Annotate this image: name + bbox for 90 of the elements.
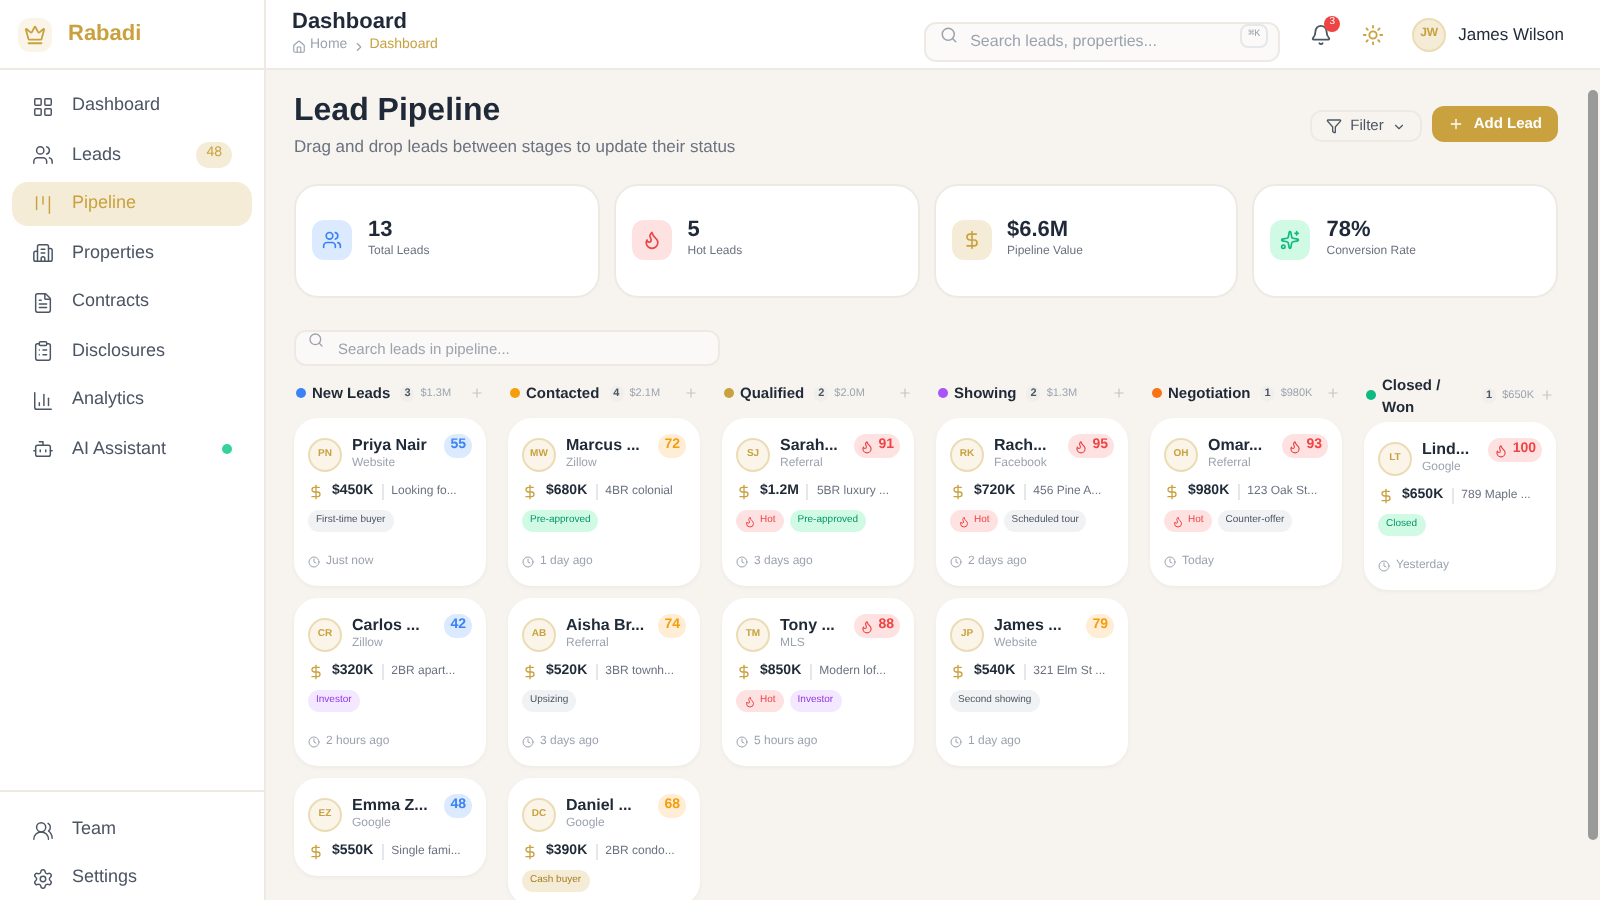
flame-icon	[1494, 443, 1509, 457]
plus-icon[interactable]	[1112, 386, 1126, 401]
sun-icon[interactable]	[1362, 23, 1385, 45]
sparkles-icon	[1270, 220, 1311, 261]
search-icon	[308, 331, 324, 348]
lead-name: Daniel ...	[566, 793, 632, 816]
plus-icon[interactable]	[1540, 388, 1554, 403]
dollar-icon	[308, 664, 324, 680]
sidebar-item[interactable]: Contracts	[12, 280, 252, 324]
dollar-icon	[1378, 488, 1394, 504]
flame-icon	[744, 515, 756, 527]
chevron-down-icon	[1391, 119, 1406, 133]
robot-icon	[32, 438, 54, 460]
clock-icon	[736, 736, 748, 749]
dollar-icon	[308, 484, 324, 500]
page-subtitle: Drag and drop leads between stages to update their status	[294, 134, 736, 160]
plus-icon[interactable]	[684, 386, 698, 401]
flame-icon	[1172, 515, 1184, 527]
dollar-icon	[522, 484, 538, 500]
flame-icon	[631, 220, 672, 261]
sidebar-item[interactable]: Settings	[12, 856, 252, 900]
lead-name: James ...	[994, 613, 1062, 636]
lead-name: Emma Z...	[352, 793, 428, 816]
dollar-icon	[522, 664, 538, 680]
stat-value: $6.6M	[1007, 218, 1069, 245]
filter-icon	[1326, 118, 1343, 134]
sidebar-item[interactable]: Dashboard	[12, 84, 252, 128]
plus-icon[interactable]	[1326, 386, 1340, 401]
user-name: James Wilson	[1458, 21, 1564, 47]
clock-icon	[1164, 556, 1176, 569]
clock-icon	[1378, 560, 1390, 573]
users-icon	[32, 144, 54, 166]
dollar-icon	[1164, 484, 1180, 500]
plus-icon[interactable]	[470, 386, 484, 401]
sidebar-item[interactable]: AI Assistant	[12, 427, 252, 471]
lead-name: Priya Nair	[352, 433, 427, 456]
clipboard-icon	[32, 340, 54, 362]
sidebar-item[interactable]: Team	[12, 808, 252, 852]
flame-icon	[744, 695, 756, 707]
notification-bell-icon[interactable]	[1310, 23, 1333, 45]
dollar-icon	[308, 844, 324, 860]
plus-icon[interactable]	[898, 386, 912, 401]
document-icon	[32, 291, 54, 313]
page-heading: Dashboard	[292, 10, 407, 37]
sidebar-item[interactable]: Disclosures	[12, 329, 252, 373]
building-icon	[32, 242, 54, 264]
lead-name: Sarah...	[780, 433, 838, 456]
search-icon	[940, 25, 959, 43]
dollar-icon	[736, 664, 752, 680]
home-icon	[292, 40, 306, 54]
stat-value: 78%	[1326, 218, 1371, 245]
lead-name: Marcus ...	[566, 433, 640, 456]
sidebar-item[interactable]: Analytics	[12, 378, 252, 422]
brand-name: Rabadi	[68, 19, 142, 50]
flame-icon	[1288, 439, 1303, 453]
flame-icon	[860, 619, 875, 633]
flame-icon	[958, 515, 970, 527]
columns-icon	[32, 193, 54, 215]
dollar-icon	[950, 664, 966, 680]
bar-chart-icon	[32, 389, 54, 411]
stat-value: 5	[687, 218, 700, 245]
clock-icon	[522, 556, 534, 569]
clock-icon	[308, 736, 320, 749]
grid-icon	[32, 95, 54, 117]
lead-name: Omar...	[1208, 433, 1263, 456]
users-icon	[32, 819, 54, 841]
users-icon	[312, 220, 352, 261]
lead-name: Aisha Br...	[566, 613, 645, 636]
dollar-icon	[522, 844, 538, 860]
flame-icon	[1074, 439, 1089, 453]
clock-icon	[950, 556, 962, 569]
lead-name: Carlos ...	[352, 613, 420, 636]
page-title: Lead Pipeline	[294, 94, 501, 130]
sidebar-item[interactable]: Properties	[12, 231, 252, 275]
lead-name: Tony ...	[780, 613, 835, 636]
dollar-icon	[736, 484, 752, 500]
settings-icon	[32, 867, 54, 889]
clock-icon	[522, 736, 534, 749]
lead-name: Rach...	[994, 433, 1047, 456]
plus-icon	[1447, 116, 1464, 132]
stat-value: 13	[368, 218, 393, 245]
clock-icon	[950, 736, 962, 749]
dollar-icon	[950, 484, 966, 500]
flame-icon	[860, 439, 875, 453]
crown-icon	[24, 23, 46, 45]
clock-icon	[308, 556, 320, 569]
dollar-icon	[951, 220, 991, 261]
lead-name: Lind...	[1422, 437, 1470, 460]
clock-icon	[736, 556, 748, 569]
chevron-icon	[351, 40, 366, 54]
